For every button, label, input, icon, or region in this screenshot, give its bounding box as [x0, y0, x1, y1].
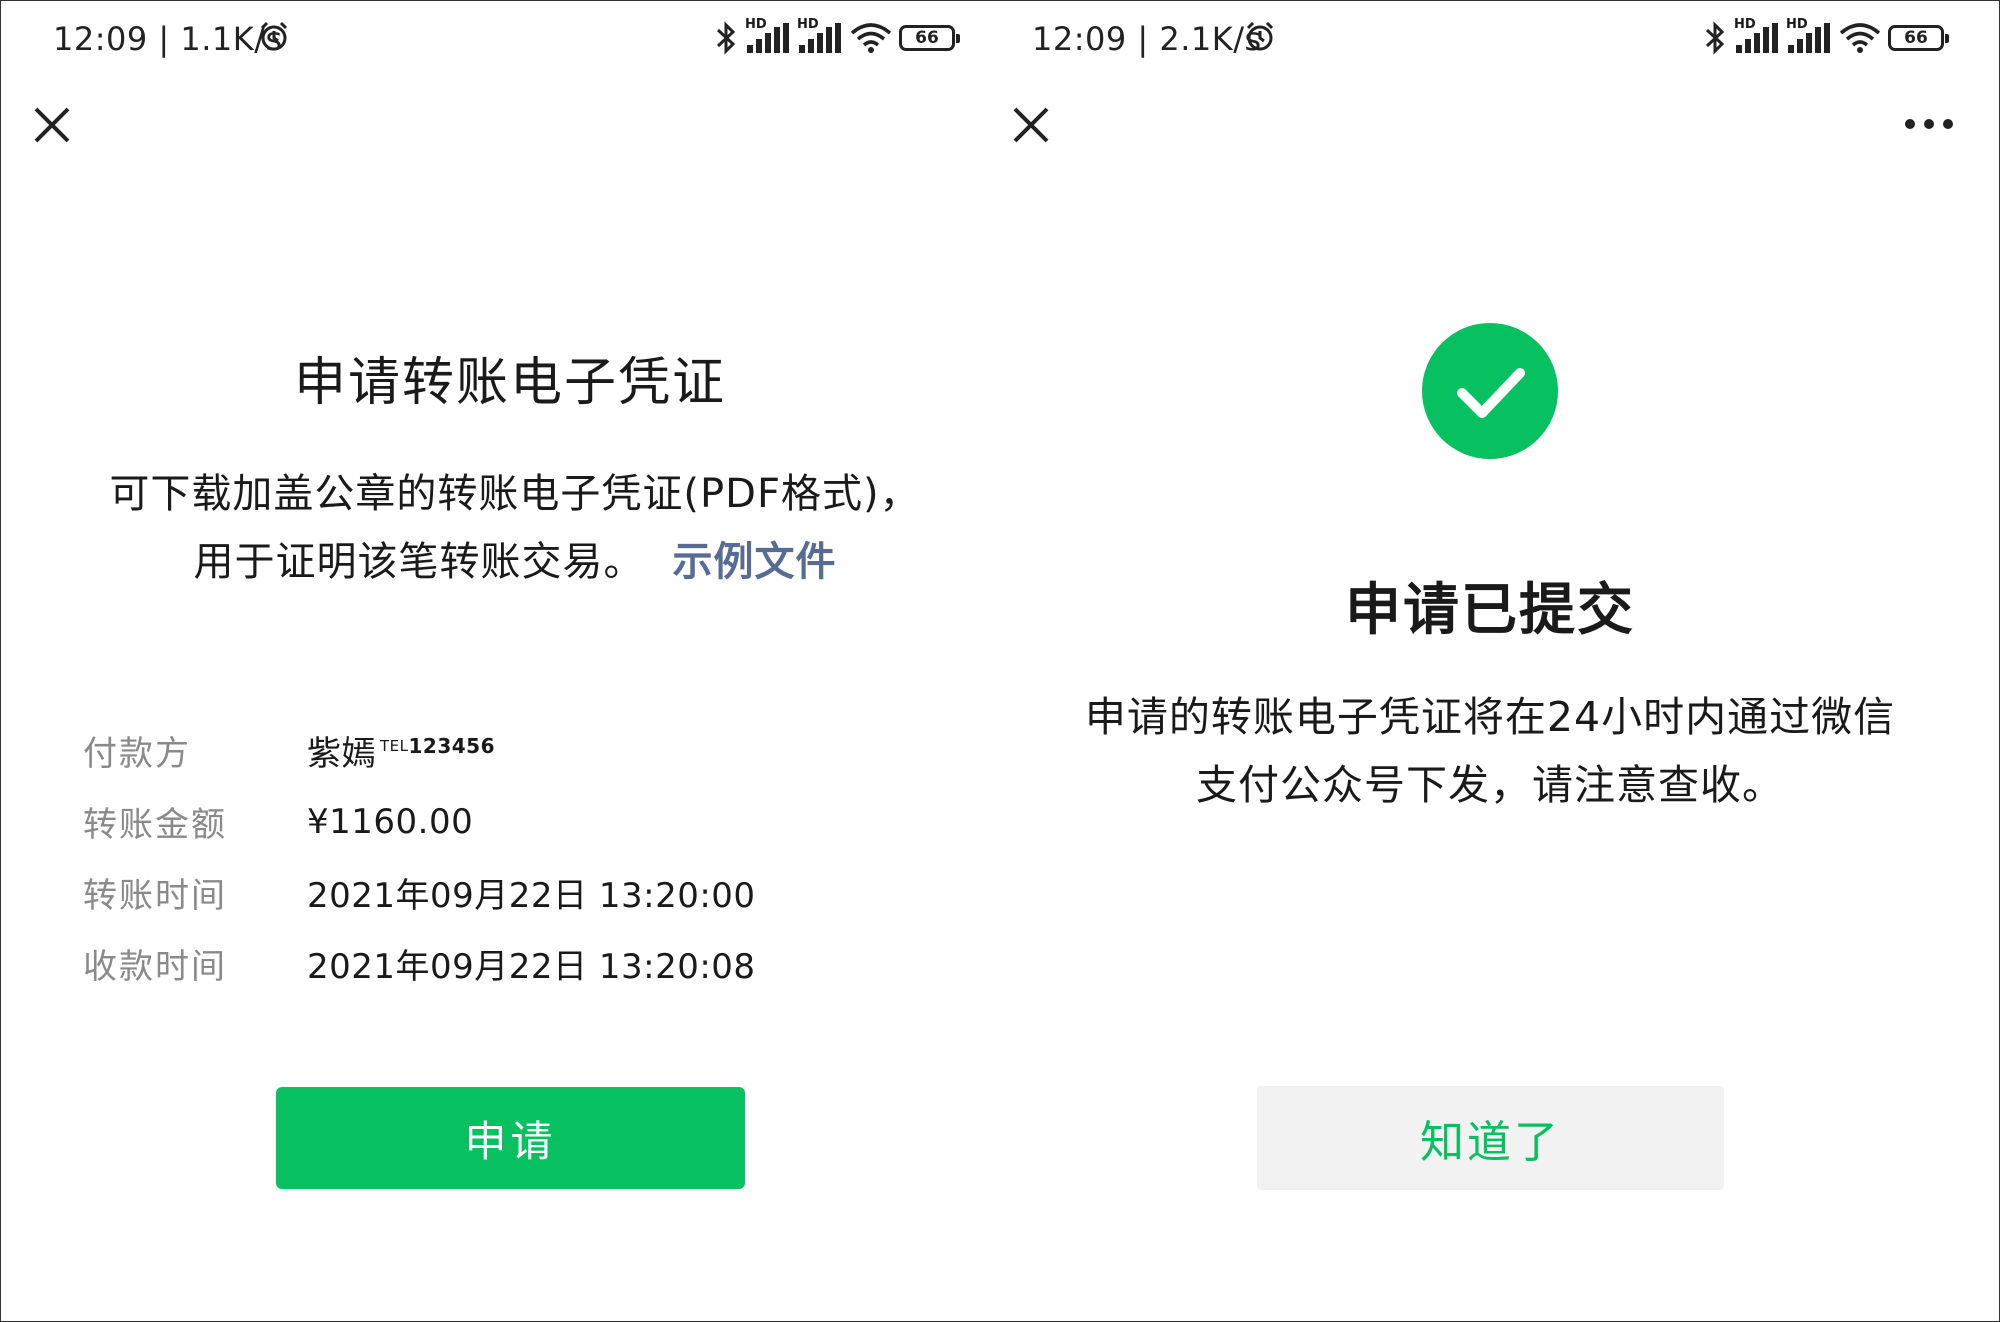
- close-icon[interactable]: [1012, 106, 1050, 144]
- transfer-time-label: 转账时间: [83, 876, 227, 916]
- detail-row-receive-time: 收款时间 2021年09月22日 13:20:08: [83, 928, 756, 999]
- more-icon[interactable]: [1903, 117, 1955, 131]
- wifi-icon: [1839, 23, 1881, 53]
- description: 可下载加盖公章的转账电子凭证(PDF格式)， 用于证明该笔转账交易。 示例文件: [15, 460, 1000, 596]
- description-line1: 可下载加盖公章的转账电子凭证(PDF格式)，: [109, 471, 921, 517]
- page-title: 申请转账电子凭证: [293, 353, 726, 413]
- page-title: 申请已提交: [1345, 578, 1635, 643]
- payer-tel: 123456: [408, 734, 495, 758]
- amount-label: 转账金额: [83, 805, 227, 845]
- sample-file-link[interactable]: 示例文件: [673, 539, 837, 585]
- system-icons: HD HD 66: [1702, 17, 1949, 56]
- submitted-screen: 12:09 | 2.1K/s HD HD 66 申请已提交 申请的转账电子凭证将…: [1000, 0, 2000, 1322]
- signal-icon-2: HD: [797, 17, 843, 55]
- description: 申请的转账电子凭证将在24小时内通过微信 支付公众号下发，请注意查收。: [1000, 683, 1990, 819]
- receive-time-value: 2021年09月22日 13:20:08: [307, 947, 756, 987]
- alarm-icon: [260, 21, 288, 51]
- signal-icon-2: HD: [1786, 17, 1832, 55]
- signal-icon: HD: [1734, 17, 1780, 55]
- receive-time-label: 收款时间: [83, 947, 227, 987]
- detail-row-amount: 转账金额 ¥1160.00: [83, 786, 756, 857]
- close-icon[interactable]: [33, 106, 71, 144]
- success-check-icon: [1422, 323, 1558, 459]
- status-time: 12:09 | 1.1K/s: [53, 20, 283, 58]
- wifi-icon: [850, 23, 892, 53]
- system-icons: HD HD 66: [713, 17, 960, 56]
- status-bar: 12:09 | 2.1K/s HD HD 66: [1000, 14, 2000, 66]
- apply-voucher-screen: 12:09 | 1.1K/s HD HD 66 申请转账电子凭证 可下载加盖公章…: [0, 0, 1000, 1322]
- status-time: 12:09 | 2.1K/s: [1032, 20, 1262, 58]
- alarm-icon: [1246, 21, 1274, 51]
- payer-value: 紫嫣 TEL123456: [307, 734, 495, 774]
- payer-tel-prefix: TEL: [380, 737, 409, 755]
- description-line1: 申请的转账电子凭证将在24小时内通过微信: [1084, 693, 1896, 741]
- amount-value: ¥1160.00: [307, 801, 474, 842]
- battery-icon: 66: [1888, 25, 1949, 51]
- signal-icon: HD: [745, 17, 791, 55]
- payer-label: 付款方: [83, 734, 191, 774]
- description-line2: 支付公众号下发，请注意查收。: [1196, 761, 1784, 809]
- transfer-time-value: 2021年09月22日 13:20:00: [307, 876, 756, 916]
- status-bar: 12:09 | 1.1K/s HD HD 66: [0, 14, 1000, 66]
- description-line2: 用于证明该笔转账交易。: [193, 539, 645, 585]
- detail-row-transfer-time: 转账时间 2021年09月22日 13:20:00: [83, 857, 756, 928]
- detail-row-payer: 付款方 紫嫣 TEL123456: [83, 715, 756, 786]
- battery-icon: 66: [899, 25, 960, 51]
- bluetooth-icon: [716, 21, 736, 55]
- apply-button[interactable]: 申请: [276, 1087, 745, 1189]
- detail-list: 付款方 紫嫣 TEL123456 转账金额 ¥1160.00 转账时间 2021年…: [83, 715, 756, 999]
- got-it-button[interactable]: 知道了: [1257, 1086, 1724, 1190]
- bluetooth-icon: [1705, 21, 1725, 55]
